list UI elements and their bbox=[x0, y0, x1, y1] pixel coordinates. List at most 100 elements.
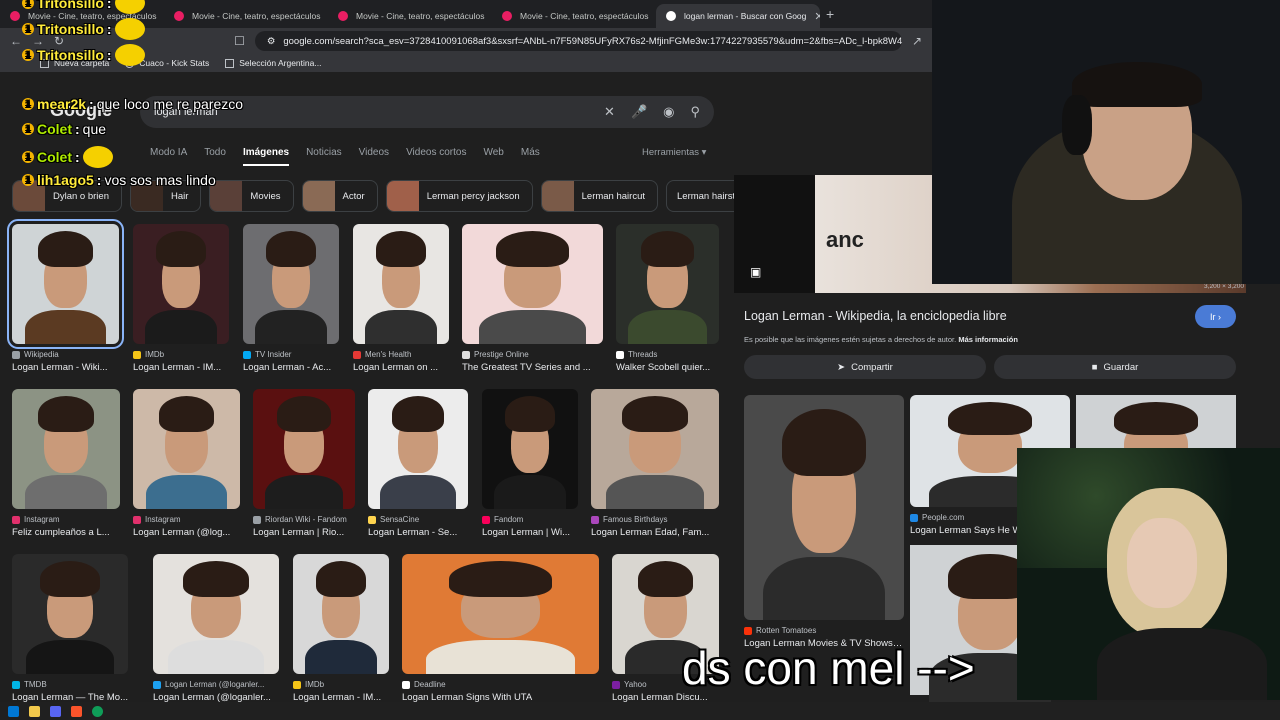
image-result[interactable]: Deadline Logan Lerman Signs With UTA bbox=[402, 554, 599, 703]
result-thumbnail[interactable] bbox=[253, 389, 355, 509]
tab-videos-cortos[interactable]: Videos cortos bbox=[406, 147, 466, 166]
lens-icon[interactable]: ◉ bbox=[663, 104, 674, 120]
mic-icon[interactable]: 🎤 bbox=[631, 104, 647, 120]
image-result[interactable]: Riordan Wiki - Fandom Logan Lerman | Rio.… bbox=[253, 389, 355, 538]
save-button[interactable]: ■ Guardar bbox=[994, 355, 1236, 379]
close-tab-icon[interactable]: ✕ bbox=[814, 10, 820, 23]
image-result[interactable]: Logan Lerman (@loganler... Logan Lerman (… bbox=[153, 554, 279, 703]
bookmark-icon[interactable]: ☐ bbox=[234, 34, 245, 48]
result-source: TMDB bbox=[12, 680, 128, 689]
image-result[interactable]: Instagram Feliz cumpleaños a L... bbox=[12, 389, 120, 538]
result-thumbnail[interactable] bbox=[482, 389, 578, 509]
tab-videos[interactable]: Videos bbox=[359, 147, 389, 166]
image-result[interactable]: TMDB Logan Lerman — The Mo... bbox=[12, 554, 128, 703]
related-chip[interactable]: Lerman haircut bbox=[540, 180, 658, 212]
back-icon[interactable]: ← bbox=[10, 34, 22, 48]
files-icon[interactable] bbox=[29, 705, 40, 717]
result-thumbnail[interactable] bbox=[7, 219, 124, 349]
tab-imágenes[interactable]: Imágenes bbox=[242, 147, 290, 166]
browser-tab[interactable]: logan lerman - Buscar con Goog ✕ bbox=[656, 4, 820, 28]
bookmark-seleccion[interactable]: Selección Argentina... bbox=[225, 58, 321, 68]
share-icon[interactable]: ↗ bbox=[912, 34, 922, 48]
image-result[interactable]: Threads Walker Scobell quier... bbox=[616, 224, 719, 373]
tab-noticias[interactable]: Noticias bbox=[306, 147, 342, 166]
result-thumbnail[interactable] bbox=[353, 224, 449, 344]
result-title[interactable]: Logan Lerman on ... bbox=[353, 362, 449, 373]
brave-icon[interactable] bbox=[71, 705, 82, 717]
share-button[interactable]: ➤ Compartir bbox=[744, 355, 986, 379]
app-icon[interactable] bbox=[92, 705, 103, 717]
result-thumbnail[interactable] bbox=[12, 389, 120, 509]
lens-search-icon[interactable]: ▣ bbox=[750, 265, 761, 279]
related-chip[interactable]: Movies bbox=[209, 180, 294, 212]
url-text: google.com/search?sca_esv=3728410091068a… bbox=[283, 35, 902, 47]
image-result[interactable]: Famous Birthdays Logan Lerman Edad, Fam..… bbox=[591, 389, 719, 538]
chat-colon: : bbox=[75, 121, 80, 137]
result-title[interactable]: Feliz cumpleaños a L... bbox=[12, 527, 120, 538]
result-title[interactable]: Logan Lerman | Wi... bbox=[482, 527, 578, 538]
result-thumbnail[interactable] bbox=[462, 224, 603, 344]
result-title[interactable]: The Greatest TV Series and ... bbox=[462, 362, 603, 373]
search-icon[interactable]: ⚲ bbox=[690, 104, 700, 120]
browser-tab[interactable]: Movie - Cine, teatro, espectáculos bbox=[328, 4, 492, 28]
image-result[interactable]: Prestige Online The Greatest TV Series an… bbox=[462, 224, 603, 373]
hair-shape bbox=[158, 396, 215, 433]
result-title[interactable]: Walker Scobell quier... bbox=[616, 362, 719, 373]
url-field[interactable]: ⚙ google.com/search?sca_esv=372841009106… bbox=[254, 31, 902, 51]
site-info-icon[interactable]: ⚙ bbox=[267, 36, 276, 47]
result-title[interactable]: Logan Lerman Edad, Fam... bbox=[591, 527, 719, 538]
result-title[interactable]: Logan Lerman (@log... bbox=[133, 527, 240, 538]
result-thumbnail[interactable] bbox=[153, 554, 279, 674]
result-thumbnail[interactable] bbox=[12, 554, 128, 674]
sub-badge-icon: 1 bbox=[22, 98, 34, 110]
result-title[interactable]: Logan Lerman - Wiki... bbox=[12, 362, 119, 373]
image-result[interactable]: Wikipedia Logan Lerman - Wiki... bbox=[7, 219, 124, 373]
result-title[interactable]: Logan Lerman - Ac... bbox=[243, 362, 339, 373]
preview-title[interactable]: Logan Lerman - Wikipedia, la enciclopedi… bbox=[744, 309, 1007, 323]
related-chip[interactable]: Actor bbox=[301, 180, 378, 212]
result-thumbnail[interactable] bbox=[591, 389, 719, 509]
image-result[interactable]: IMDb Logan Lerman - IM... bbox=[133, 224, 229, 373]
result-thumbnail[interactable] bbox=[133, 224, 229, 344]
discord-icon[interactable] bbox=[50, 705, 61, 717]
chat-message: 1 Colet: que bbox=[22, 121, 106, 137]
go-button[interactable]: Ir › bbox=[1195, 305, 1236, 328]
sub-badge-icon: 1 bbox=[22, 23, 34, 35]
image-result[interactable]: Instagram Logan Lerman (@log... bbox=[133, 389, 240, 538]
result-title[interactable]: Logan Lerman - IM... bbox=[133, 362, 229, 373]
streamer-webcam bbox=[932, 0, 1280, 284]
result-thumbnail[interactable] bbox=[616, 224, 719, 344]
result-thumbnail[interactable] bbox=[368, 389, 468, 509]
result-thumbnail[interactable] bbox=[293, 554, 389, 674]
related-thumbnail[interactable] bbox=[744, 395, 904, 620]
tab-modo-ia[interactable]: Modo IA bbox=[150, 147, 187, 166]
result-title[interactable]: Logan Lerman | Rio... bbox=[253, 527, 355, 538]
tab-web[interactable]: Web bbox=[483, 147, 503, 166]
hair-shape bbox=[495, 231, 570, 268]
related-chip[interactable]: Lerman percy jackson bbox=[385, 180, 533, 212]
browser-tab[interactable]: Movie - Cine, teatro, espectáculos bbox=[164, 4, 328, 28]
source-name: Rotten Tomatoes bbox=[756, 626, 817, 635]
tab-todo[interactable]: Todo bbox=[204, 147, 226, 166]
result-title[interactable]: Logan Lerman - Se... bbox=[368, 527, 468, 538]
tab-más[interactable]: Más bbox=[521, 147, 540, 166]
result-thumbnail[interactable] bbox=[243, 224, 339, 344]
browser-tab[interactable]: Movie - Cine, teatro, espectáculos bbox=[492, 4, 656, 28]
clear-icon[interactable]: ✕ bbox=[604, 104, 615, 120]
guest-webcam bbox=[1017, 448, 1280, 700]
image-result[interactable]: IMDb Logan Lerman - IM... bbox=[293, 554, 389, 703]
chip-label: Lerman haircut bbox=[581, 190, 645, 202]
image-result[interactable]: SensaCine Logan Lerman - Se... bbox=[368, 389, 468, 538]
image-result[interactable]: TV Insider Logan Lerman - Ac... bbox=[243, 224, 339, 373]
image-result[interactable]: Men's Health Logan Lerman on ... bbox=[353, 224, 449, 373]
image-result[interactable]: Fandom Logan Lerman | Wi... bbox=[482, 389, 578, 538]
new-tab-icon[interactable]: + bbox=[826, 6, 834, 22]
result-thumbnail[interactable] bbox=[133, 389, 240, 509]
related-image[interactable]: Rotten Tomatoes Logan Lerman Movies & TV … bbox=[744, 395, 904, 649]
tab-favicon-icon bbox=[338, 11, 348, 21]
start-icon[interactable] bbox=[8, 705, 19, 717]
result-thumbnail[interactable] bbox=[402, 554, 599, 674]
shirt-shape bbox=[24, 310, 107, 344]
more-info-link[interactable]: Más información bbox=[958, 335, 1018, 344]
tools-button[interactable]: Herramientas ▾ bbox=[642, 147, 706, 158]
